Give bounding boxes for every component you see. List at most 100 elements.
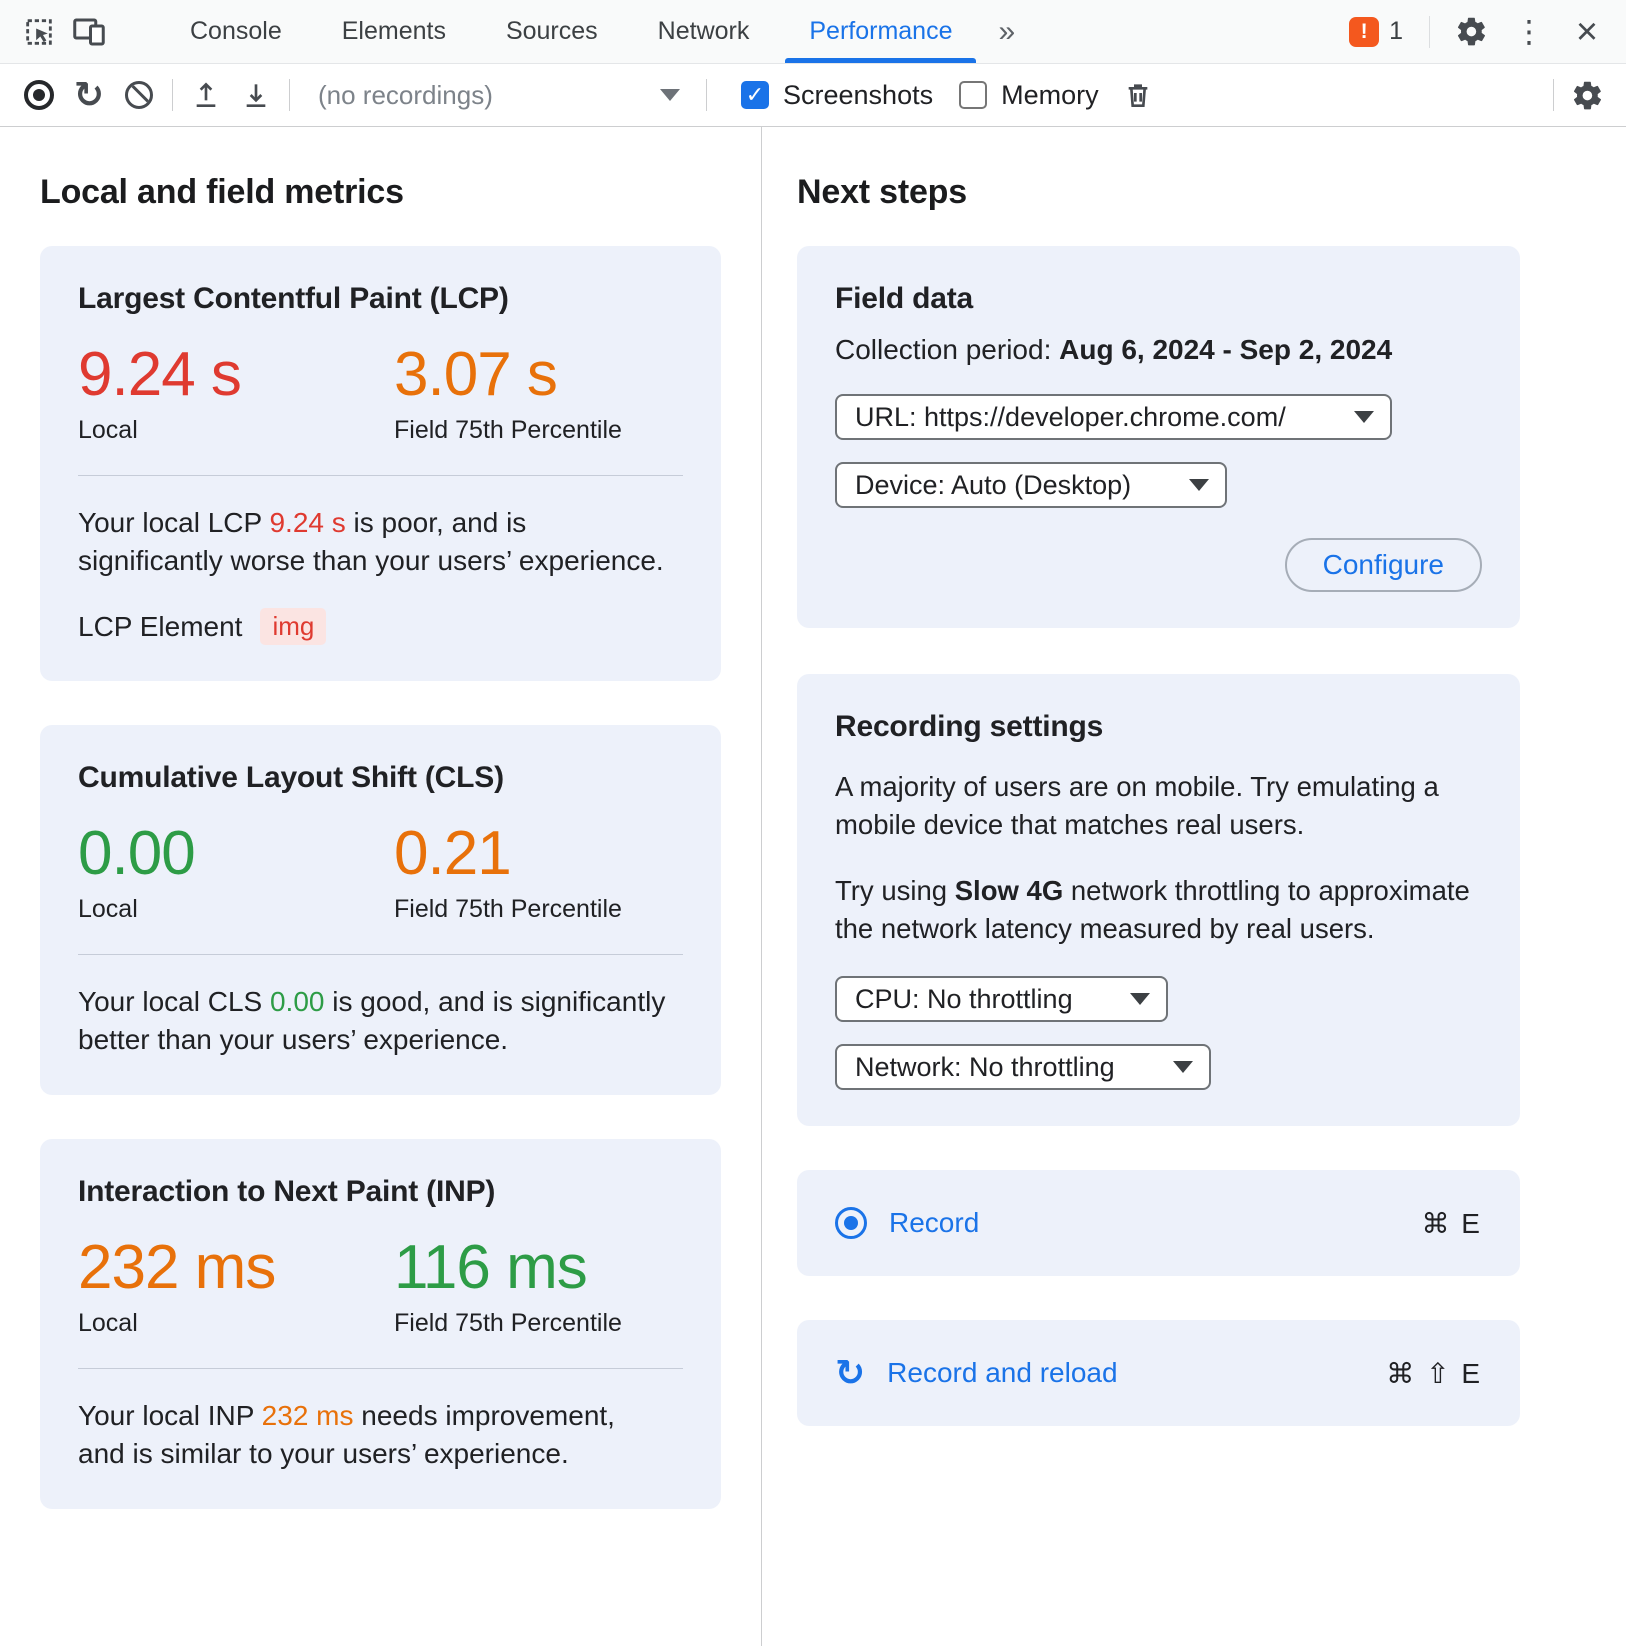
collection-period: Collection period: Aug 6, 2024 - Sep 2, … (835, 334, 1482, 366)
hint-bold: Slow 4G (955, 875, 1064, 906)
save-profile-button[interactable] (231, 70, 281, 120)
inp-field-label: Field 75th Percentile (394, 1309, 622, 1338)
divider (1553, 79, 1554, 111)
issue-warning-icon: ! (1349, 17, 1379, 47)
divider (1429, 16, 1430, 48)
download-icon (240, 79, 272, 111)
record-label: Record (889, 1207, 979, 1239)
reload-icon: ↻ (835, 1355, 865, 1391)
issues-button[interactable]: ! 1 (1339, 17, 1413, 47)
inp-local-value: 232 ms (78, 1235, 394, 1301)
caret-down-icon (1130, 993, 1150, 1005)
clear-icon (125, 81, 153, 109)
record-icon (835, 1207, 867, 1239)
gear-icon (1571, 79, 1604, 112)
mobile-hint-text: A majority of users are on mobile. Try e… (835, 768, 1482, 844)
cls-field-value: 0.21 (394, 821, 622, 887)
record-action-card[interactable]: Record ⌘ E (797, 1170, 1520, 1276)
inspect-cursor-icon (22, 15, 56, 49)
record-reload-shortcut: ⌘ ⇧ E (1386, 1357, 1482, 1390)
field-data-card: Field data Collection period: Aug 6, 202… (797, 246, 1520, 628)
reload-icon: ↻ (74, 77, 104, 113)
local-metrics-heading: Local and field metrics (40, 173, 721, 212)
caret-down-icon (660, 89, 680, 101)
checkbox-icon[interactable] (959, 81, 987, 109)
lcp-values: 9.24 s Local 3.07 s Field 75th Percentil… (78, 342, 683, 445)
desc-prefix: Your local CLS (78, 986, 270, 1017)
inp-values: 232 ms Local 116 ms Field 75th Percentil… (78, 1235, 683, 1338)
lcp-field-value: 3.07 s (394, 342, 622, 408)
lcp-field-label: Field 75th Percentile (394, 416, 622, 445)
tab-network[interactable]: Network (628, 0, 780, 63)
collect-garbage-button[interactable] (1113, 70, 1163, 120)
lcp-local-value: 9.24 s (78, 342, 394, 408)
toolbar-right (1545, 70, 1612, 120)
inspect-element-button[interactable] (14, 7, 64, 57)
panel-tabs: Console Elements Sources Network Perform… (160, 0, 1031, 63)
trash-icon (1122, 79, 1154, 111)
desc-value: 0.00 (270, 986, 325, 1017)
inp-title: Interaction to Next Paint (INP) (78, 1175, 683, 1209)
upload-icon (190, 79, 222, 111)
tab-console[interactable]: Console (160, 0, 312, 63)
checkbox-icon[interactable] (741, 81, 769, 109)
memory-checkbox[interactable]: Memory (959, 80, 1099, 111)
record-button[interactable] (14, 70, 64, 120)
lcp-local-label: Local (78, 416, 394, 445)
configure-row: Configure (835, 538, 1482, 592)
divider (706, 79, 707, 111)
recording-settings-title: Recording settings (835, 710, 1482, 744)
tab-sources[interactable]: Sources (476, 0, 628, 63)
device-select-value: Device: Auto (Desktop) (855, 470, 1131, 501)
network-throttling-select[interactable]: Network: No throttling (835, 1044, 1211, 1090)
capture-settings-button[interactable] (1562, 70, 1612, 120)
kebab-menu-icon: ⋮ (1514, 16, 1545, 47)
url-select[interactable]: URL: https://developer.chrome.com/ (835, 394, 1392, 440)
period-label: Collection period: (835, 334, 1059, 365)
record-reload-action-card[interactable]: ↻ Record and reload ⌘ ⇧ E (797, 1320, 1520, 1426)
device-toolbar-button[interactable] (64, 7, 114, 57)
lcp-element-row: LCP Element img (78, 608, 683, 645)
field-data-title: Field data (835, 282, 1482, 316)
load-profile-button[interactable] (181, 70, 231, 120)
desc-prefix: Your local LCP (78, 507, 269, 538)
cls-card: Cumulative Layout Shift (CLS) 0.00 Local… (40, 725, 721, 1095)
inp-field-value: 116 ms (394, 1235, 622, 1301)
configure-button[interactable]: Configure (1285, 538, 1482, 592)
cls-local-label: Local (78, 895, 394, 924)
next-steps-heading: Next steps (797, 173, 1520, 212)
issues-count: 1 (1389, 17, 1403, 46)
devtools-tab-bar: Console Elements Sources Network Perform… (0, 0, 1626, 64)
caret-down-icon (1173, 1061, 1193, 1073)
record-reload-action-left: ↻ Record and reload (835, 1355, 1118, 1391)
divider (78, 475, 683, 476)
clear-button[interactable] (114, 70, 164, 120)
divider (78, 954, 683, 955)
tab-elements[interactable]: Elements (312, 0, 476, 63)
desc-prefix: Your local INP (78, 1400, 262, 1431)
performance-toolbar: ↻ (no recordings) Screenshots Memory (0, 64, 1626, 127)
recording-settings-card: Recording settings A majority of users a… (797, 674, 1520, 1126)
more-tabs-button[interactable]: » (982, 0, 1031, 63)
close-button[interactable]: × (1562, 7, 1612, 57)
inp-description: Your local INP 232 ms needs improvement,… (78, 1397, 666, 1473)
divider (78, 1368, 683, 1369)
record-and-reload-button[interactable]: ↻ (64, 70, 114, 120)
local-field-metrics-pane: Local and field metrics Largest Contentf… (0, 127, 762, 1646)
close-icon: × (1576, 13, 1598, 51)
recordings-select[interactable]: (no recordings) (308, 80, 690, 111)
cpu-throttling-select[interactable]: CPU: No throttling (835, 976, 1168, 1022)
cpu-select-value: CPU: No throttling (855, 984, 1073, 1015)
lcp-element-link[interactable]: img (260, 608, 326, 645)
period-value: Aug 6, 2024 - Sep 2, 2024 (1059, 334, 1392, 365)
kebab-menu-button[interactable]: ⋮ (1504, 7, 1554, 57)
divider (172, 79, 173, 111)
screenshots-checkbox[interactable]: Screenshots (741, 80, 933, 111)
throttling-hint-text: Try using Slow 4G network throttling to … (835, 872, 1482, 948)
settings-button[interactable] (1446, 7, 1496, 57)
device-select[interactable]: Device: Auto (Desktop) (835, 462, 1227, 508)
next-steps-pane: Next steps Field data Collection period:… (762, 127, 1626, 1646)
inp-local-label: Local (78, 1309, 394, 1338)
lcp-element-label: LCP Element (78, 611, 242, 643)
tab-performance[interactable]: Performance (779, 0, 982, 63)
